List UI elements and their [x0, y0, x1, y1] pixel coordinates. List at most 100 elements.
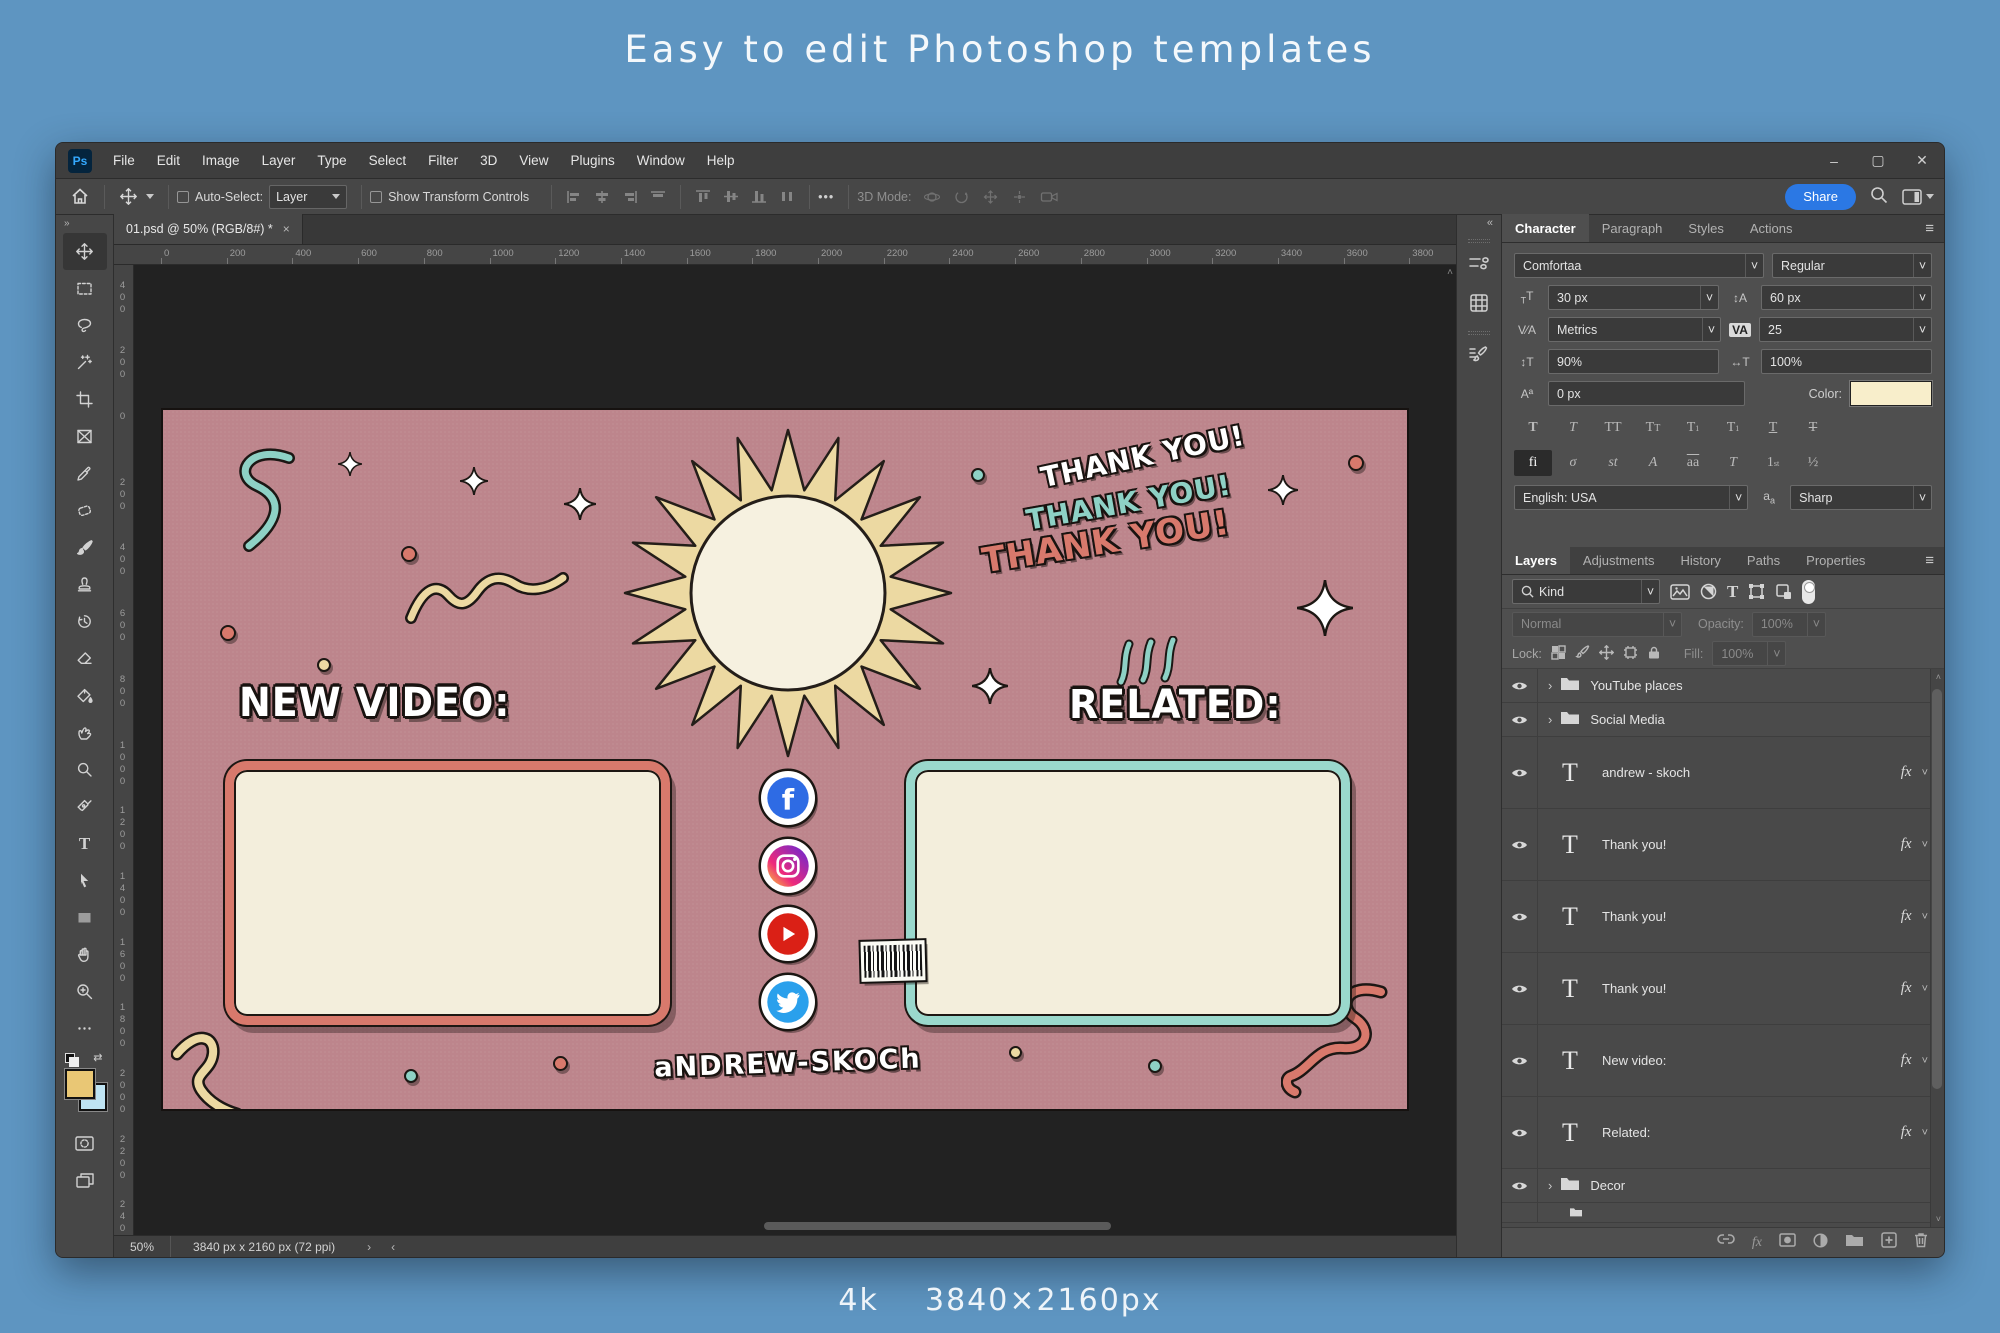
align-left-icon[interactable] — [560, 190, 588, 204]
visibility-eye-icon[interactable] — [1502, 953, 1538, 1024]
scrollbar-thumb[interactable] — [1932, 689, 1942, 1089]
minimize-button[interactable]: – — [1812, 143, 1856, 179]
paint-bucket-tool[interactable] — [63, 677, 107, 714]
eraser-tool[interactable] — [63, 640, 107, 677]
crop-tool[interactable] — [63, 381, 107, 418]
layer-row-group[interactable]: › Decor — [1502, 1169, 1944, 1203]
baseline-shift-input[interactable]: 0 px — [1548, 381, 1745, 406]
swash-button[interactable]: σ — [1554, 450, 1592, 476]
menu-layer[interactable]: Layer — [251, 143, 307, 179]
lock-transparency-icon[interactable] — [1551, 645, 1566, 663]
dodge-tool[interactable] — [63, 751, 107, 788]
menu-image[interactable]: Image — [191, 143, 251, 179]
visibility-eye-icon[interactable] — [1502, 1169, 1538, 1202]
visibility-eye-icon[interactable] — [1502, 1025, 1538, 1096]
layer-fx-badge[interactable]: fx — [1901, 764, 1912, 781]
status-chevron-right[interactable]: › — [357, 1240, 381, 1254]
home-icon[interactable] — [64, 188, 96, 205]
titling-alt-button[interactable]: A — [1634, 450, 1672, 476]
fx-collapse-icon[interactable]: ˅ — [1922, 767, 1928, 779]
workspace-icon[interactable] — [1902, 189, 1934, 205]
layers-scrollbar[interactable]: ˄ ˅ — [1930, 669, 1944, 1227]
visibility-eye-icon[interactable] — [1502, 881, 1538, 952]
lock-artboard-icon[interactable] — [1623, 645, 1638, 663]
healing-patch-tool[interactable] — [63, 492, 107, 529]
menu-edit[interactable]: Edit — [146, 143, 191, 179]
clone-stamp-tool[interactable] — [63, 566, 107, 603]
menu-file[interactable]: File — [102, 143, 146, 179]
tab-adjustments[interactable]: Adjustments — [1570, 546, 1668, 574]
scroll-up-icon[interactable]: ˄ — [1447, 267, 1453, 278]
horizontal-scale-input[interactable]: 100% — [1761, 349, 1932, 374]
search-icon[interactable] — [1870, 186, 1888, 207]
faux-italic-button[interactable]: T — [1554, 415, 1592, 441]
filter-smart-objects-icon[interactable] — [1775, 583, 1792, 600]
language-select[interactable]: English: USA˅ — [1514, 485, 1748, 510]
artboard[interactable]: NEW VIDEO: RELATED: THANK YOU! THANK YOU… — [161, 408, 1409, 1111]
close-button[interactable]: ✕ — [1900, 143, 1944, 179]
fractions-button[interactable]: ½ — [1794, 450, 1832, 476]
filter-pixel-layers-icon[interactable] — [1670, 584, 1690, 600]
visibility-eye-icon[interactable] — [1502, 669, 1538, 702]
brush-tool[interactable] — [63, 529, 107, 566]
options-ellipsis[interactable]: ••• — [818, 190, 834, 204]
align-right-icon[interactable] — [616, 190, 644, 204]
filter-type-layers-icon[interactable]: T — [1727, 582, 1738, 602]
font-family-select[interactable]: Comfortaa˅ — [1514, 253, 1764, 278]
ligatures-button[interactable]: fi — [1514, 450, 1552, 476]
layer-row-text[interactable]: T Related: fx˅ — [1502, 1097, 1944, 1169]
document-tab[interactable]: 01.psd @ 50% (RGB/8#) * × — [114, 214, 303, 244]
faux-bold-button[interactable]: T — [1514, 415, 1552, 441]
menu-select[interactable]: Select — [358, 143, 418, 179]
tab-layers[interactable]: Layers — [1502, 546, 1570, 574]
patterns-panel-icon[interactable] — [1457, 283, 1501, 323]
panel-menu-icon[interactable]: ≡ — [1925, 552, 1934, 569]
foreground-color-swatch[interactable] — [65, 1069, 95, 1099]
pen-tool[interactable] — [63, 788, 107, 825]
eyedropper-tool[interactable] — [63, 455, 107, 492]
text-color-swatch[interactable] — [1850, 381, 1932, 406]
lasso-tool[interactable] — [63, 307, 107, 344]
layer-row-text[interactable]: T Thank you! fx˅ — [1502, 953, 1944, 1025]
leading-select[interactable]: 60 px˅ — [1761, 285, 1932, 310]
tracking-select[interactable]: 25˅ — [1759, 317, 1932, 342]
blend-mode-select[interactable]: Normal˅ — [1512, 612, 1682, 637]
scroll-up-icon[interactable]: ˄ — [1936, 672, 1941, 682]
subscript-button[interactable]: T1 — [1714, 415, 1752, 441]
zoom-tool[interactable] — [63, 973, 107, 1010]
layer-fx-badge[interactable]: fx — [1901, 980, 1912, 997]
tab-styles[interactable]: Styles — [1675, 214, 1736, 242]
lock-all-icon[interactable] — [1647, 645, 1661, 663]
maximize-button[interactable]: ▢ — [1856, 143, 1900, 179]
path-select-tool[interactable] — [63, 862, 107, 899]
3d-slide-icon[interactable] — [1005, 189, 1034, 205]
expand-caret-icon[interactable]: › — [1548, 678, 1552, 693]
visibility-eye-icon[interactable] — [1502, 809, 1538, 880]
marquee-tool[interactable] — [63, 270, 107, 307]
layer-row-group[interactable]: › YouTube places — [1502, 669, 1944, 703]
ornaments-button[interactable]: T — [1714, 450, 1752, 476]
hand-tool[interactable] — [63, 936, 107, 973]
expand-caret-icon[interactable]: › — [1548, 1178, 1552, 1193]
underline-button[interactable]: T — [1754, 415, 1792, 441]
tab-paths[interactable]: Paths — [1734, 546, 1793, 574]
small-caps-button[interactable]: TT — [1634, 415, 1672, 441]
layer-fx-badge[interactable]: fx — [1901, 1124, 1912, 1141]
new-video-placeholder-frame[interactable] — [225, 761, 670, 1025]
scroll-down-icon[interactable]: ˅ — [1936, 1214, 1941, 1224]
kerning-select[interactable]: Metrics˅ — [1548, 317, 1721, 342]
menu-view[interactable]: View — [508, 143, 559, 179]
horizontal-scrollbar[interactable] — [764, 1222, 1111, 1230]
toolbar-collapse-icon[interactable]: » — [56, 215, 113, 233]
move-preset-chevron-icon[interactable] — [146, 194, 154, 199]
related-video-placeholder-frame[interactable] — [906, 761, 1350, 1025]
font-style-select[interactable]: Regular˅ — [1772, 253, 1932, 278]
distribute-middle-icon[interactable] — [717, 189, 745, 204]
distribute-bottom-icon[interactable] — [745, 189, 773, 204]
layer-fx-badge[interactable]: fx — [1901, 908, 1912, 925]
align-center-h-icon[interactable] — [588, 190, 616, 204]
vertical-ruler[interactable]: 4002000200400600800100012001400160018002… — [114, 265, 134, 1235]
menu-help[interactable]: Help — [696, 143, 746, 179]
auto-select-checkbox[interactable] — [177, 191, 189, 203]
tab-actions[interactable]: Actions — [1737, 214, 1806, 242]
